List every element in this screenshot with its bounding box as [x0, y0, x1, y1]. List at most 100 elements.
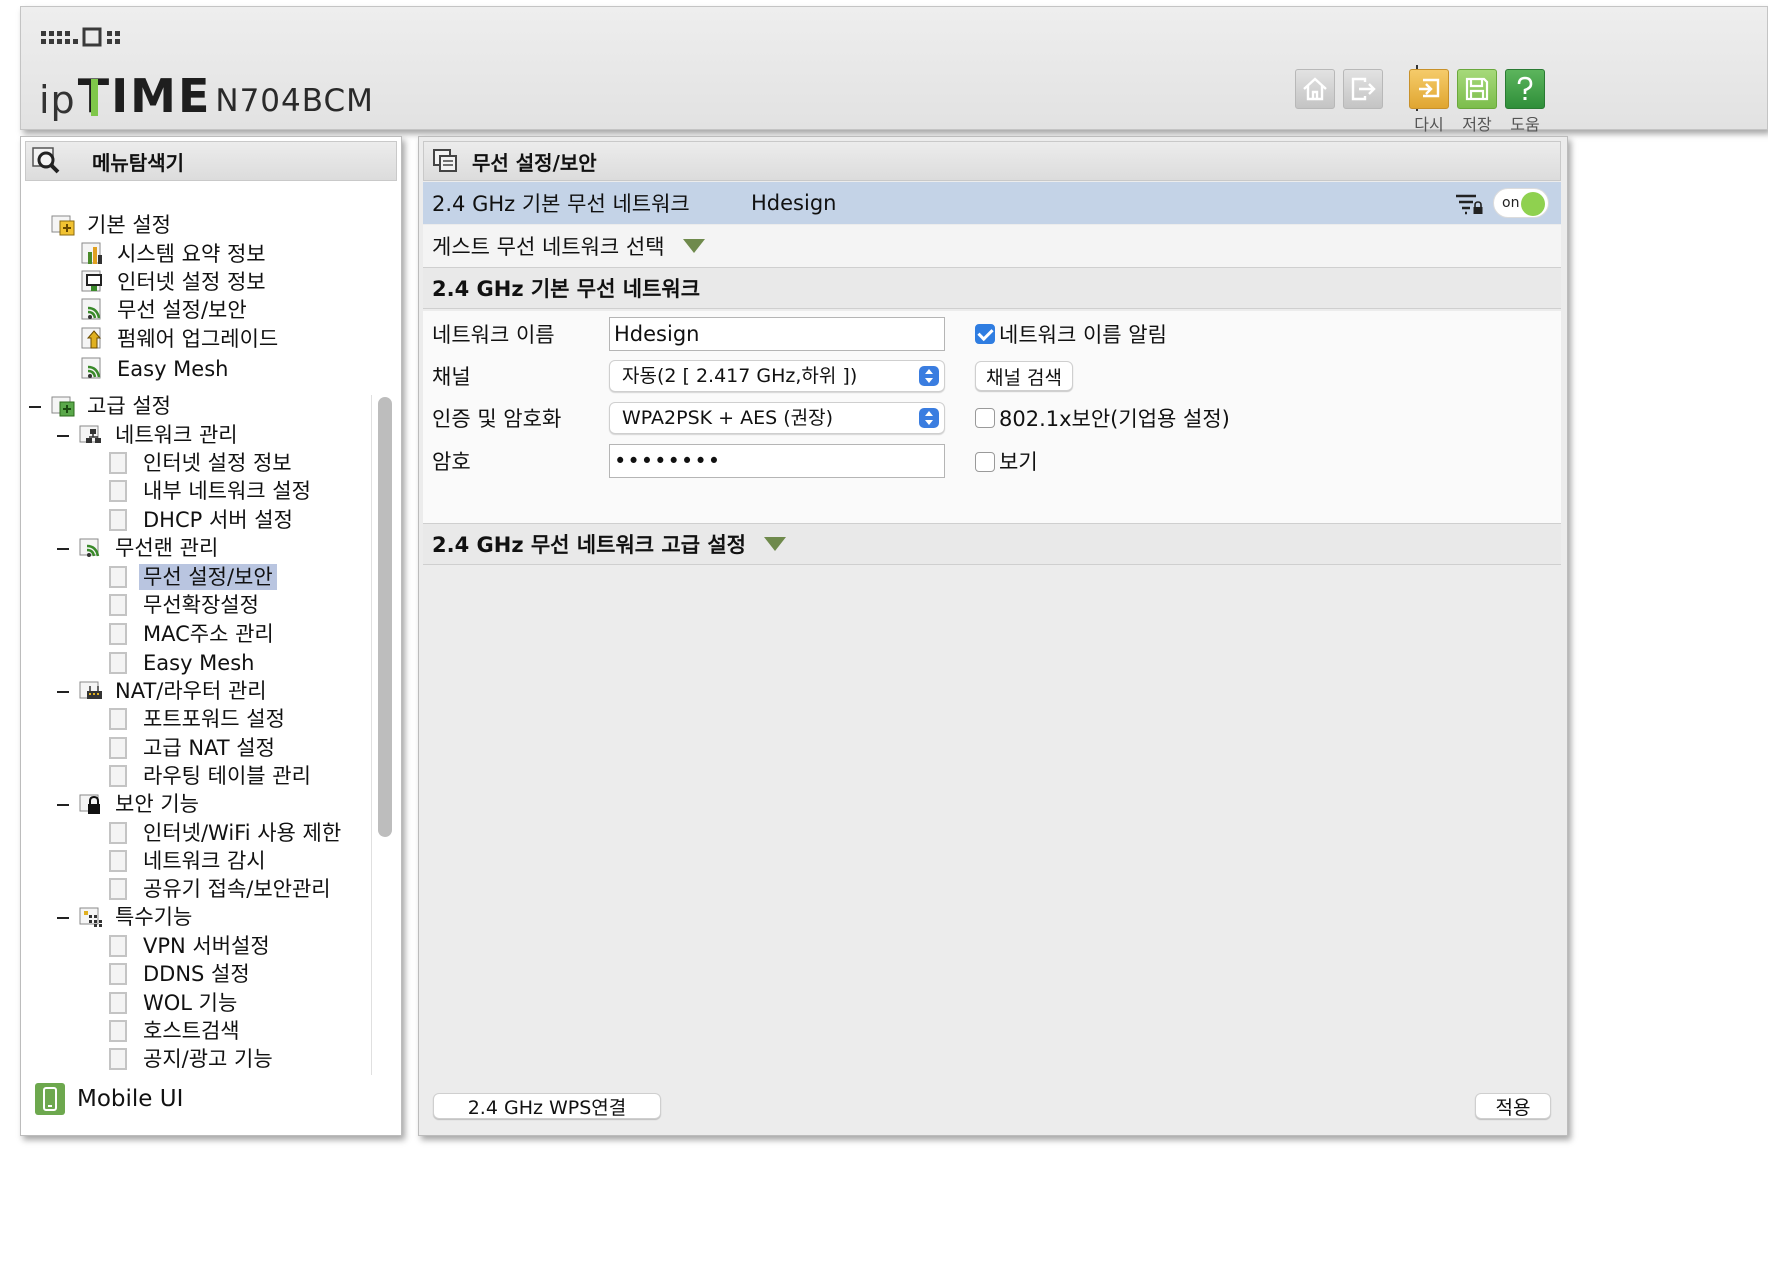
collapse-icon[interactable] [57, 917, 69, 919]
tree-internet-wifi-limit[interactable]: 인터넷/WiFi 사용 제한 [109, 819, 345, 847]
tree-advanced-nat-label: 고급 NAT 설정 [143, 736, 275, 760]
page-icon [109, 566, 127, 588]
tree-advanced-nat[interactable]: 고급 NAT 설정 [109, 734, 279, 762]
tree-lan-settings-label: 내부 네트워크 설정 [143, 479, 311, 503]
sidebar-scroll-track [371, 395, 372, 1075]
folder-plus-icon [51, 213, 77, 237]
tree-easy-mesh-basic-label: Easy Mesh [117, 357, 229, 381]
tree-wireless-security-label: 무선 설정/보안 [117, 298, 247, 322]
home-icon [1303, 77, 1327, 101]
tree-easy-mesh-basic[interactable]: Easy Mesh [81, 355, 232, 383]
tree-adv-internet-info[interactable]: 인터넷 설정 정보 [109, 449, 296, 477]
reload-icon [1419, 78, 1440, 98]
tree-host-search[interactable]: 호스트검색 [109, 1017, 244, 1045]
tree-port-forward[interactable]: 포트포워드 설정 [109, 705, 289, 733]
guest-network-select[interactable]: 게스트 무선 네트워크 선택 [423, 225, 1561, 267]
collapse-icon[interactable] [57, 548, 69, 550]
save-button[interactable] [1457, 69, 1497, 109]
tree-notice-ad[interactable]: 공지/광고 기능 [109, 1045, 277, 1073]
tree-wireless-security[interactable]: 무선 설정/보안 [81, 296, 251, 324]
tree-network-monitor[interactable]: 네트워크 감시 [109, 847, 270, 875]
apply-button[interactable]: 적용 [1475, 1093, 1551, 1119]
tree-adv-wireless-security[interactable]: 무선 설정/보안 [109, 563, 277, 591]
tree-mac-mgmt[interactable]: MAC주소 관리 [109, 620, 278, 648]
basic-network-section-title: 2.4 GHz 기본 무선 네트워크 [432, 277, 701, 301]
show-password-checkbox[interactable] [975, 452, 995, 472]
expand-triangle-icon[interactable] [682, 239, 705, 253]
broadcast-ssid-checkbox[interactable] [975, 324, 995, 344]
channel-row: 채널 자동(2 [ 2.417 GHz,하위 ]) 채널 검색 [423, 355, 1561, 397]
tree-advanced-settings[interactable]: 고급 설정 [51, 392, 175, 420]
help-button[interactable] [1505, 69, 1545, 109]
page-icon [109, 737, 127, 759]
page-icon [109, 963, 127, 985]
tree-lan-settings[interactable]: 내부 네트워크 설정 [109, 477, 315, 505]
bar-chart-icon [81, 242, 107, 266]
tree-firmware-upgrade[interactable]: 펌웨어 업그레이드 [81, 325, 282, 353]
auth-row: 인증 및 암호화 WPA2PSK + AES (권장) 802.1x보안(기업용… [423, 397, 1561, 439]
page-icon [109, 878, 127, 900]
tree-special-features[interactable]: 특수기능 [79, 903, 196, 931]
page-icon [109, 935, 127, 957]
save-icon [1465, 77, 1489, 101]
collapse-icon[interactable] [57, 804, 69, 806]
sidebar-scrollbar[interactable] [378, 397, 392, 837]
auth-encryption-select[interactable]: WPA2PSK + AES (권장) [609, 402, 945, 434]
password-row: 암호 보기 [423, 440, 1561, 482]
collapse-icon[interactable] [29, 406, 41, 408]
network-name-input[interactable] [609, 317, 945, 351]
network-name-label: 네트워크 이름 [432, 323, 555, 347]
expand-triangle-icon[interactable] [764, 537, 786, 551]
tree-internet-info[interactable]: 인터넷 설정 정보 [81, 268, 270, 296]
tree-ddns[interactable]: DDNS 설정 [109, 960, 254, 988]
tree-wlan-mgmt-label: 무선랜 관리 [115, 536, 219, 560]
wps-connect-button[interactable]: 2.4 GHz WPS연결 [433, 1093, 661, 1119]
tree-network-mgmt[interactable]: 네트워크 관리 [79, 421, 242, 449]
tree-nat-router[interactable]: NAT/라우터 관리 [79, 677, 271, 705]
tree-wol-label: WOL 기능 [143, 991, 238, 1015]
tree-vpn-server[interactable]: VPN 서버설정 [109, 932, 274, 960]
menu-explorer: 메뉴탐색기 기본 설정 시스템 요약 정보 인터넷 설정 정보 무선 설정/보안… [20, 136, 402, 1136]
tree-security[interactable]: 보안 기능 [79, 790, 203, 818]
save-label: 저장 [1462, 115, 1492, 134]
basic-network-section-header: 2.4 GHz 기본 무선 네트워크 [423, 267, 1561, 309]
network-icon [79, 423, 105, 447]
advanced-network-section-header[interactable]: 2.4 GHz 무선 네트워크 고급 설정 [423, 523, 1561, 565]
tree-easy-mesh-adv[interactable]: Easy Mesh [109, 649, 258, 677]
tree-router-access-security[interactable]: 공유기 접속/보안관리 [109, 875, 335, 903]
page-icon [109, 708, 127, 730]
tree-basic-settings[interactable]: 기본 설정 [51, 211, 175, 239]
tree-wlan-mgmt[interactable]: 무선랜 관리 [79, 534, 222, 562]
channel-scan-button[interactable]: 채널 검색 [975, 361, 1073, 391]
channel-select[interactable]: 자동(2 [ 2.417 GHz,하위 ]) [609, 360, 945, 392]
page-title: 무선 설정/보안 [472, 150, 597, 175]
network-name-row: 네트워크 이름 네트워크 이름 알림 [423, 313, 1561, 355]
password-input[interactable] [609, 444, 945, 478]
logout-button[interactable] [1343, 69, 1383, 109]
tree-nat-router-label: NAT/라우터 관리 [115, 679, 267, 703]
help-label: 도움 [1510, 115, 1540, 134]
tree-router-access-security-label: 공유기 접속/보안관리 [143, 877, 331, 901]
collapse-icon[interactable] [57, 435, 69, 437]
mobile-ui-link[interactable]: Mobile UI [35, 1083, 183, 1115]
tree-wol[interactable]: WOL 기능 [109, 989, 241, 1017]
page-icon [109, 850, 127, 872]
page-icon [109, 509, 127, 531]
tree-internet-info-label: 인터넷 설정 정보 [117, 270, 266, 294]
wifi-filter-lock-icon[interactable] [1455, 193, 1483, 215]
tree-routing-table[interactable]: 라우팅 테이블 관리 [109, 762, 315, 790]
wifi-on-toggle[interactable]: on [1493, 188, 1549, 218]
select-arrows-icon [919, 366, 939, 386]
home-button[interactable] [1295, 69, 1335, 109]
enterprise-8021x-checkbox[interactable] [975, 408, 995, 428]
tree-port-forward-label: 포트포워드 설정 [143, 707, 285, 731]
reload-button[interactable] [1409, 69, 1449, 109]
tree-wireless-extension[interactable]: 무선확장설정 [109, 591, 263, 619]
page-icon [109, 1020, 127, 1042]
tree-mac-mgmt-label: MAC주소 관리 [143, 622, 274, 646]
tree-dhcp-settings[interactable]: DHCP 서버 설정 [109, 506, 297, 534]
tree-system-summary[interactable]: 시스템 요약 정보 [81, 240, 270, 268]
collapse-icon[interactable] [57, 691, 69, 693]
lock-icon [79, 792, 105, 816]
tree-advanced-settings-label: 고급 설정 [87, 394, 171, 418]
